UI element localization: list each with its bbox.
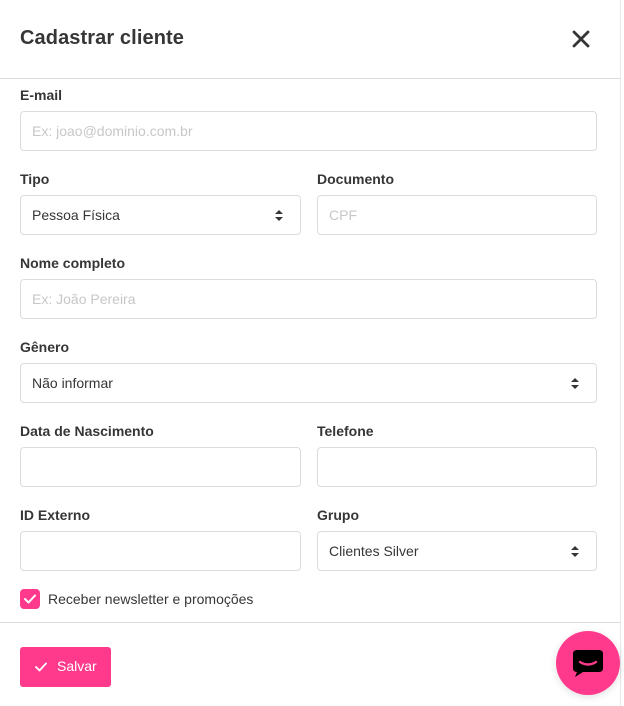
nome-input[interactable]	[20, 279, 597, 319]
newsletter-checkbox[interactable]	[20, 589, 40, 609]
documento-label: Documento	[317, 171, 394, 187]
check-icon	[35, 662, 47, 672]
chat-button[interactable]	[556, 631, 620, 695]
select-arrows-icon	[275, 210, 283, 221]
grupo-select-value: Clientes Silver	[329, 543, 419, 559]
check-icon	[24, 594, 36, 604]
modal-header: Cadastrar cliente	[0, 0, 621, 79]
documento-input[interactable]	[317, 195, 597, 235]
id-externo-label: ID Externo	[20, 507, 91, 523]
grupo-select[interactable]: Clientes Silver	[317, 531, 597, 571]
save-button-label: Salvar	[57, 658, 97, 674]
tipo-label: Tipo	[20, 171, 50, 187]
close-icon	[572, 30, 590, 48]
tipo-select[interactable]: Pessoa Física	[20, 195, 301, 235]
genero-select[interactable]: Não informar	[20, 363, 597, 403]
nascimento-label: Data de Nascimento	[20, 423, 154, 439]
close-button[interactable]	[568, 26, 594, 52]
email-input[interactable]	[20, 111, 597, 151]
register-client-modal: Cadastrar cliente E-mail Tipo Pessoa Fís…	[0, 0, 621, 706]
id-externo-input[interactable]	[20, 531, 301, 571]
newsletter-label[interactable]: Receber newsletter e promoções	[48, 591, 253, 607]
modal-title: Cadastrar cliente	[20, 27, 184, 49]
genero-select-value: Não informar	[32, 375, 113, 391]
grupo-label: Grupo	[317, 507, 359, 523]
telefone-input[interactable]	[317, 447, 597, 487]
telefone-label: Telefone	[317, 423, 374, 439]
modal-footer: Salvar	[0, 622, 621, 706]
email-label: E-mail	[20, 87, 63, 103]
nome-label: Nome completo	[20, 255, 126, 271]
save-button[interactable]: Salvar	[20, 647, 111, 687]
genero-label: Gênero	[20, 339, 70, 355]
nascimento-input[interactable]	[20, 447, 301, 487]
select-arrows-icon	[571, 378, 579, 389]
chat-icon	[573, 650, 603, 677]
tipo-select-value: Pessoa Física	[32, 207, 120, 223]
select-arrows-icon	[571, 546, 579, 557]
